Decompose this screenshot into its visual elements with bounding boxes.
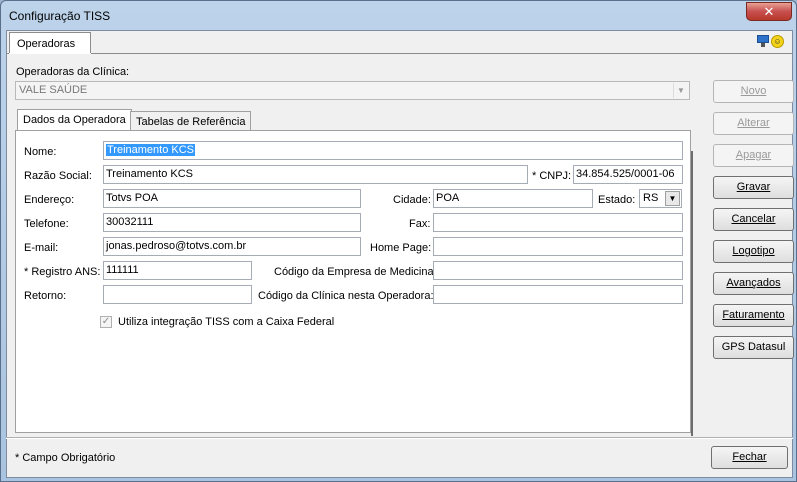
codigo-empresa-label: Código da Empresa de Medicina: xyxy=(274,266,437,278)
razao-social-field[interactable]: Treinamento KCS xyxy=(103,165,528,184)
caixa-federal-label: Utiliza integração TISS com a Caixa Fede… xyxy=(118,316,335,328)
cancelar-button-label: Cancelar xyxy=(731,213,776,225)
close-window-icon[interactable]: ✕ xyxy=(746,2,792,21)
title-bar: Configuração TISS ✕ xyxy=(1,1,796,31)
cnpj-label: * CNPJ: xyxy=(532,170,572,182)
novo-button-label: Novo xyxy=(740,85,767,97)
tab-dados-label: Dados da Operadora xyxy=(23,114,126,126)
endereco-field[interactable]: Totvs POA xyxy=(103,189,361,208)
registro-ans-label: * Registro ANS: xyxy=(24,266,101,278)
telefone-label: Telefone: xyxy=(24,218,69,230)
apagar-button[interactable]: Apagar xyxy=(713,144,794,167)
caixa-federal-checkbox[interactable]: ✓ xyxy=(100,316,112,328)
apagar-button-label: Apagar xyxy=(735,149,772,161)
estado-value: RS xyxy=(643,192,659,204)
tab-tabelas-referencia[interactable]: Tabelas de Referência xyxy=(130,111,252,131)
logotipo-button-label: Logotipo xyxy=(732,245,775,257)
alterar-button-label: Alterar xyxy=(737,117,770,129)
operadoras-label: Operadoras da Clínica: xyxy=(16,66,130,78)
estado-label: Estado: xyxy=(598,194,636,206)
registro-ans-field[interactable]: 111111 xyxy=(103,261,252,280)
tab-dados-operadora[interactable]: Dados da Operadora xyxy=(17,109,132,131)
tab-divider xyxy=(7,53,792,54)
chevron-down-icon[interactable]: ▼ xyxy=(673,83,688,98)
avancados-button[interactable]: Avançados xyxy=(713,272,794,295)
cidade-value: POA xyxy=(436,192,460,204)
registro-ans-value: 111111 xyxy=(106,264,139,276)
faturamento-button[interactable]: Faturamento xyxy=(713,304,794,327)
cnpj-field[interactable]: 34.854.525/0001-06 xyxy=(573,165,683,184)
tab-tabelas-label: Tabelas de Referência xyxy=(136,116,246,128)
smile-icon: ☺ xyxy=(771,35,784,48)
fax-label: Fax: xyxy=(409,218,431,230)
alterar-button[interactable]: Alterar xyxy=(713,112,794,135)
razao-social-value: Treinamento KCS xyxy=(106,168,194,180)
fechar-button[interactable]: Fechar xyxy=(711,446,788,469)
codigo-clinica-label: Código da Clínica nesta Operadora: xyxy=(258,290,434,302)
cidade-label: Cidade: xyxy=(393,194,431,206)
email-label: E-mail: xyxy=(24,242,59,254)
campo-obrigatorio-note: * Campo Obrigatório xyxy=(15,452,116,464)
estado-select[interactable]: RS ▼ xyxy=(639,189,682,208)
telefone-value: 30032111 xyxy=(106,216,154,228)
retorno-field[interactable] xyxy=(103,285,252,304)
operadora-selected-value: VALE SAÚDE xyxy=(19,84,88,96)
endereco-label: Endereço: xyxy=(24,194,75,206)
client-area: Operadoras ☺ Operadoras da Clínica: VALE… xyxy=(6,30,794,478)
razao-social-label: Razão Social: xyxy=(24,170,92,182)
email-field[interactable]: jonas.pedroso@totvs.com.br xyxy=(103,237,361,256)
gravar-button[interactable]: Gravar xyxy=(713,176,794,199)
faturamento-button-label: Faturamento xyxy=(722,309,785,321)
gps-datasul-button[interactable]: GPS Datasul xyxy=(713,336,794,359)
homepage-field[interactable] xyxy=(433,237,683,256)
status-icons: ☺ xyxy=(757,35,784,48)
panel-shadow xyxy=(691,151,693,436)
footer-divider-highlight xyxy=(6,438,793,439)
logotipo-button[interactable]: Logotipo xyxy=(713,240,794,263)
tab-operadoras-label: Operadoras xyxy=(17,38,76,50)
telefone-field[interactable]: 30032111 xyxy=(103,213,361,232)
nome-label: Nome: xyxy=(24,146,57,158)
cidade-field[interactable]: POA xyxy=(433,189,593,208)
gravar-button-label: Gravar xyxy=(736,181,771,193)
nome-value: Treinamento KCS xyxy=(106,144,196,156)
fechar-button-label: Fechar xyxy=(732,451,767,463)
codigo-empresa-field[interactable] xyxy=(433,261,683,280)
fax-field[interactable] xyxy=(433,213,683,232)
endereco-value: Totvs POA xyxy=(106,192,158,204)
novo-button[interactable]: Novo xyxy=(713,80,794,103)
tab-join xyxy=(9,53,91,54)
cnpj-value: 34.854.525/0001-06 xyxy=(576,168,675,180)
retorno-label: Retorno: xyxy=(24,290,67,302)
gps-datasul-button-label: GPS Datasul xyxy=(721,341,786,353)
email-value: jonas.pedroso@totvs.com.br xyxy=(106,240,247,252)
homepage-label: Home Page: xyxy=(370,242,432,254)
config-tiss-window: Configuração TISS ✕ Operadoras ☺ Operado… xyxy=(0,0,797,482)
codigo-clinica-field[interactable] xyxy=(433,285,683,304)
window-title: Configuração TISS xyxy=(9,9,111,23)
avancados-button-label: Avançados xyxy=(726,277,781,289)
tab-operadoras[interactable]: Operadoras xyxy=(9,32,91,54)
operadora-select[interactable]: VALE SAÚDE ▼ xyxy=(15,81,690,100)
cancelar-button[interactable]: Cancelar xyxy=(713,208,794,231)
chevron-down-icon[interactable]: ▼ xyxy=(665,191,680,206)
monitor-icon xyxy=(757,35,769,47)
nome-field[interactable]: Treinamento KCS xyxy=(103,141,683,160)
